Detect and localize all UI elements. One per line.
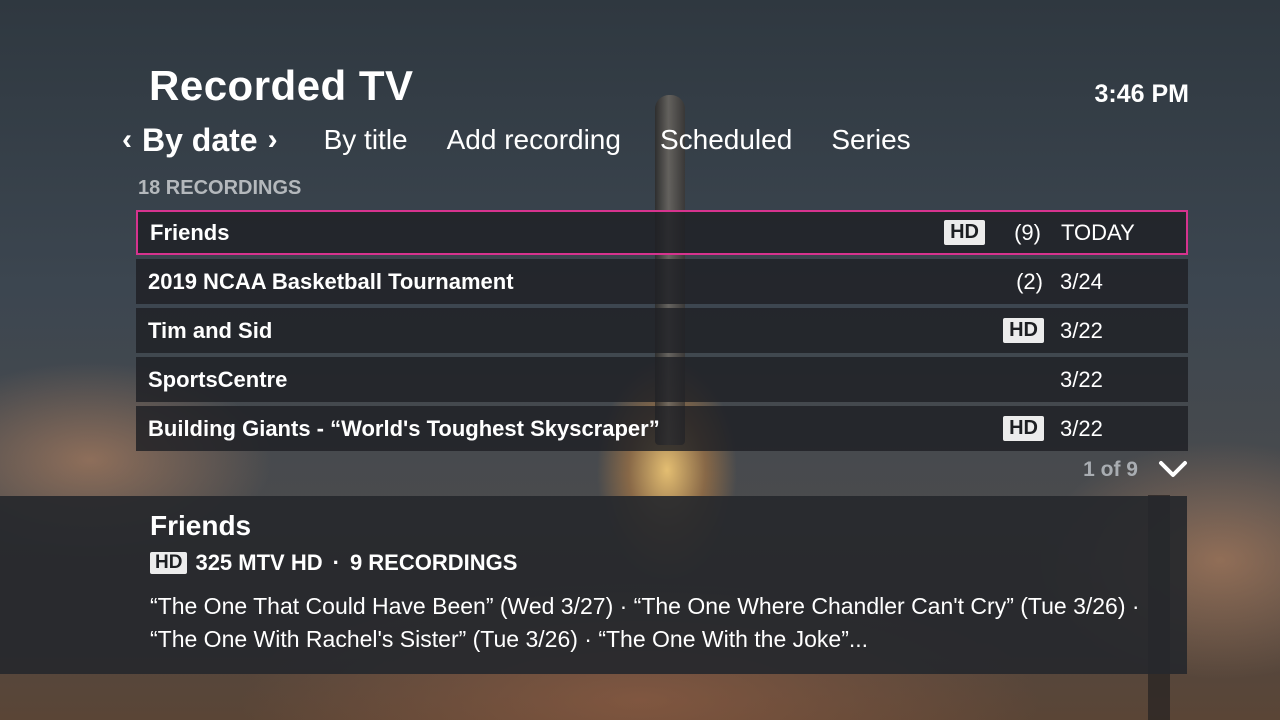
list-item-friends[interactable]: Friends HD (9) TODAY bbox=[136, 210, 1188, 255]
page-indicator: 1 of 9 bbox=[1083, 458, 1138, 481]
list-item-date: 3/22 bbox=[1060, 317, 1103, 343]
recording-count: (2) bbox=[1016, 268, 1043, 294]
hd-badge: HD bbox=[1003, 318, 1044, 343]
chevron-left-icon[interactable]: ‹ bbox=[116, 123, 138, 157]
list-item-tim-and-sid[interactable]: Tim and Sid HD 3/22 bbox=[136, 308, 1188, 353]
list-item-title: Friends bbox=[150, 219, 230, 245]
tab-scheduled[interactable]: Scheduled bbox=[660, 124, 792, 156]
chevron-right-icon[interactable]: › bbox=[262, 123, 284, 157]
hd-badge: HD bbox=[150, 552, 188, 574]
hd-badge: HD bbox=[944, 220, 985, 245]
channel-label: 325 MTV HD bbox=[195, 550, 323, 575]
list-item-title: Building Giants - “World's Toughest Skys… bbox=[148, 415, 660, 441]
tab-add-recording[interactable]: Add recording bbox=[447, 124, 621, 156]
separator: · bbox=[332, 550, 340, 575]
page-title: Recorded TV bbox=[149, 62, 414, 109]
tab-series[interactable]: Series bbox=[831, 124, 910, 156]
recordings-count: 18 RECORDINGS bbox=[138, 177, 302, 199]
list-item-date: 3/22 bbox=[1060, 366, 1103, 392]
tab-by-date[interactable]: By date bbox=[138, 122, 262, 159]
tab-bar: ‹ By date › By title Add recording Sched… bbox=[116, 118, 950, 162]
clock: 3:46 PM bbox=[1094, 80, 1189, 108]
detail-recordings-count: 9 RECORDINGS bbox=[349, 550, 518, 575]
detail-title: Friends bbox=[150, 510, 252, 541]
chevron-down-icon[interactable] bbox=[1158, 456, 1188, 482]
list-item-title: 2019 NCAA Basketball Tournament bbox=[148, 268, 514, 294]
recordings-list: Friends HD (9) TODAY 2019 NCAA Basketbal… bbox=[136, 210, 1188, 455]
recording-count: (9) bbox=[1014, 219, 1041, 245]
list-item-building-giants[interactable]: Building Giants - “World's Toughest Skys… bbox=[136, 406, 1188, 451]
list-item-date: TODAY bbox=[1061, 219, 1135, 245]
list-item-date: 3/22 bbox=[1060, 415, 1103, 441]
detail-meta: HD 325 MTV HD · 9 RECORDINGS bbox=[150, 550, 517, 576]
list-item-sportscentre[interactable]: SportsCentre 3/22 bbox=[136, 357, 1188, 402]
hd-badge: HD bbox=[1003, 416, 1044, 441]
list-item-title: Tim and Sid bbox=[148, 317, 273, 343]
tab-by-title[interactable]: By title bbox=[324, 124, 408, 156]
list-item-date: 3/24 bbox=[1060, 268, 1103, 294]
detail-panel: Friends HD 325 MTV HD · 9 RECORDINGS “Th… bbox=[0, 496, 1187, 674]
list-item-ncaa[interactable]: 2019 NCAA Basketball Tournament (2) 3/24 bbox=[136, 259, 1188, 304]
detail-description: “The One That Could Have Been” (Wed 3/27… bbox=[150, 593, 1140, 652]
list-item-title: SportsCentre bbox=[148, 366, 288, 392]
